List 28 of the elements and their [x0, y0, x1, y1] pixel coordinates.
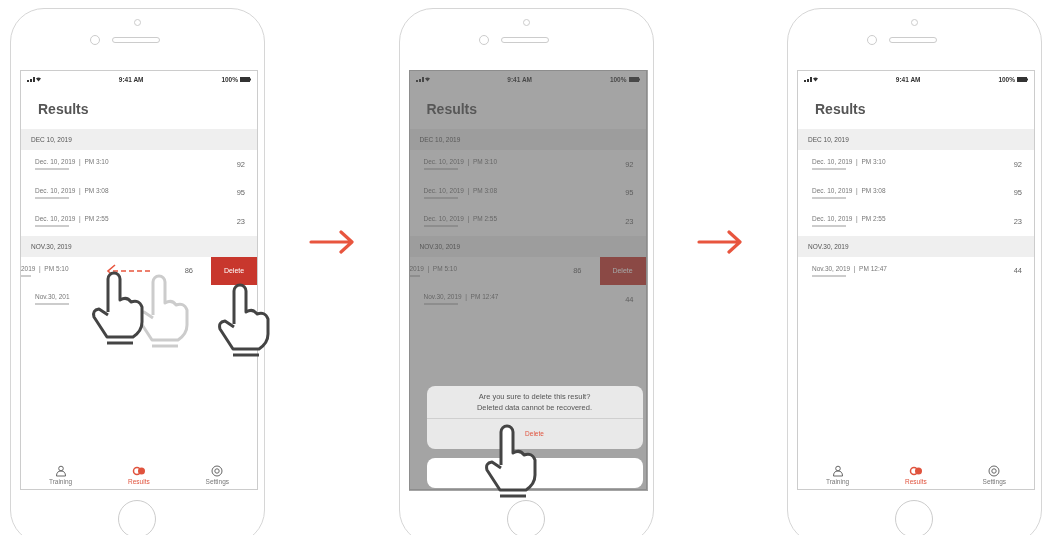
speaker-icon — [112, 37, 160, 43]
caption-line — [812, 196, 846, 199]
caption-line — [35, 303, 69, 306]
caption-line — [35, 168, 69, 171]
person-icon — [831, 465, 844, 477]
chart-icon — [131, 465, 146, 477]
signal-icon — [804, 77, 818, 82]
screen-title: Results — [814, 100, 867, 119]
flow-arrow-icon — [697, 230, 744, 254]
chart-icon — [908, 465, 923, 477]
settings-icon — [211, 465, 224, 477]
battery-icon — [628, 77, 640, 82]
battery-icon — [1017, 77, 1028, 82]
battery-icon — [240, 77, 251, 82]
screen-title: Results — [425, 100, 479, 119]
screen-title: Results — [37, 100, 90, 119]
signal-icon — [415, 77, 430, 82]
caption-line — [812, 225, 846, 228]
signal-icon — [27, 77, 41, 82]
person-icon — [54, 465, 67, 477]
caption-line — [812, 168, 846, 171]
flow-arrow-icon — [308, 230, 355, 254]
caption-line — [35, 225, 69, 228]
speaker-icon — [889, 37, 937, 43]
caption-line — [812, 274, 846, 277]
settings-icon — [988, 465, 1001, 477]
caption-line — [35, 196, 69, 199]
pointing-hand-icon — [90, 270, 146, 346]
